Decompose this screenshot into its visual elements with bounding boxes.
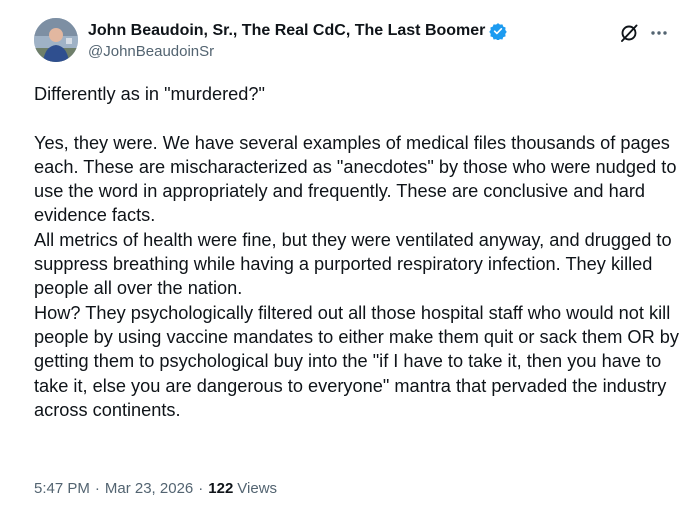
display-name[interactable]: John Beaudoin, Sr., The Real CdC, The La… [88,22,485,40]
tweet-date[interactable]: Mar 23, 2026 [105,480,193,497]
tweet-text: Differently as in "murdered?" Yes, they … [34,82,684,422]
tweet-paragraph-2: Yes, they were. We have several examples… [34,132,677,226]
grok-slash-circle-icon[interactable] [618,22,640,44]
tweet-time[interactable]: 5:47 PM [34,480,90,497]
avatar-image [34,18,78,62]
display-name-row: John Beaudoin, Sr., The Real CdC, The La… [88,20,508,42]
meta-separator: · [198,480,204,497]
meta-separator: · [94,480,100,497]
avatar[interactable] [34,18,78,62]
tweet-paragraph-3: All metrics of health were fine, but the… [34,229,672,299]
author-handle[interactable]: @JohnBeaudoinSr [88,43,507,60]
tweet-header: John Beaudoin, Sr., The Real CdC, The La… [34,18,680,68]
tweet-meta: 5:47 PM · Mar 23, 2026 · 122 Views [34,480,277,497]
author-names: John Beaudoin, Sr., The Real CdC, The La… [88,20,508,60]
views-label: Views [237,480,278,497]
views-count[interactable]: 122 [208,480,233,497]
more-dots-icon[interactable] [648,22,670,44]
tweet-paragraph-4: How? They psychologically filtered out a… [34,302,679,420]
verified-badge-icon[interactable] [489,22,508,41]
tweet-line-1: Differently as in "murdered?" [34,84,265,104]
tweet-card: John Beaudoin, Sr., The Real CdC, The La… [0,0,700,515]
